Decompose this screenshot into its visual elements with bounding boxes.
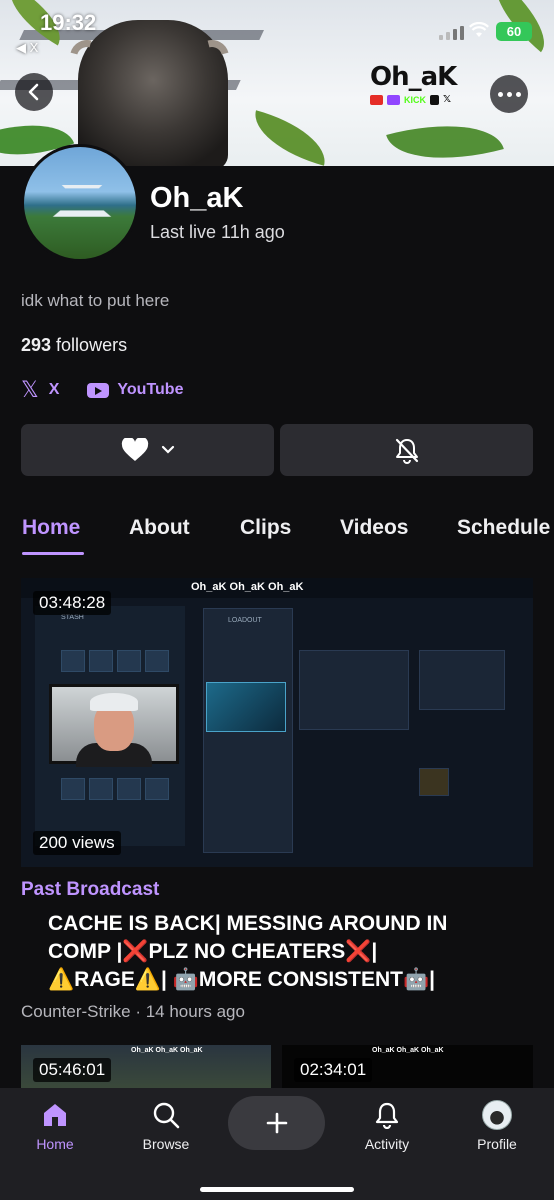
social-link-youtube[interactable]: YouTube	[87, 381, 183, 399]
nav-profile[interactable]: Profile	[457, 1100, 537, 1152]
thumbnail-slot	[89, 650, 113, 672]
last-live-status: Last live 11h ago	[150, 222, 285, 242]
video-views-badge: 200 views	[33, 831, 121, 855]
video-meta[interactable]: Counter-Strike · 14 hours ago	[21, 1002, 245, 1022]
social-link-x[interactable]: 𝕏 X	[21, 377, 59, 403]
kick-label: KICK	[404, 94, 426, 105]
video-duration-badge: 02:34:01	[294, 1058, 373, 1082]
banner-logo-socials: KICK 𝕏	[370, 94, 485, 105]
more-dots-icon	[515, 91, 521, 97]
active-tab-indicator	[22, 552, 84, 555]
more-options-button[interactable]	[490, 75, 528, 113]
thumbnail-slot	[145, 650, 169, 672]
follow-button[interactable]	[21, 424, 274, 476]
thumbnail-slot	[117, 650, 141, 672]
video-duration-badge: 03:48:28	[33, 591, 112, 615]
tab-clips[interactable]: Clips	[240, 516, 291, 540]
thumbnail-stash-label: STASH	[61, 614, 84, 621]
twitch-icon	[387, 94, 400, 105]
tiktok-icon	[430, 94, 439, 105]
signal-icon	[439, 26, 464, 40]
thumbnail-webcam	[49, 684, 179, 767]
webcam-person	[90, 693, 138, 711]
banner-logo: Oh_aK KICK 𝕏	[370, 62, 485, 116]
channel-bio: idk what to put here	[21, 291, 170, 310]
tab-about[interactable]: About	[129, 516, 190, 540]
more-dots-icon	[506, 91, 512, 97]
heart-icon	[121, 438, 148, 461]
home-icon	[15, 1100, 95, 1130]
channel-avatar[interactable]	[21, 144, 139, 262]
followers-count: 293 followers	[21, 335, 127, 356]
tab-schedule[interactable]: Schedule	[457, 516, 550, 540]
video-title[interactable]: CACHE IS BACK| MESSING AROUND IN COMP |❌…	[48, 910, 518, 994]
create-button[interactable]	[228, 1096, 325, 1150]
social-link-label: X	[48, 381, 60, 398]
thumbnail-overlay-text: Oh_aK Oh_aK Oh_aK	[372, 1047, 444, 1054]
thumbnail-safepocket	[419, 768, 449, 796]
youtube-icon	[87, 382, 110, 398]
plus-icon	[266, 1112, 287, 1134]
chevron-down-icon	[161, 445, 174, 454]
followers-label: followers	[51, 335, 128, 355]
social-link-label: YouTube	[117, 381, 184, 398]
thumbnail-slot	[89, 778, 113, 800]
thumbnail-loadout-label: LOADOUT	[228, 617, 262, 624]
chevron-left-icon	[28, 83, 39, 101]
notifications-button[interactable]	[280, 424, 533, 476]
thumbnail-weapon	[206, 682, 286, 732]
thumbnail-overlay-text: Oh_aK Oh_aK Oh_aK	[191, 581, 304, 593]
back-to-app-link[interactable]: ◀ X	[16, 40, 38, 56]
nav-profile-label: Profile	[477, 1136, 517, 1152]
banner-leaf	[246, 110, 334, 166]
search-icon	[126, 1100, 206, 1130]
youtube-icon	[370, 94, 383, 105]
status-bar: 19:32 ◀ X 60	[0, 0, 554, 55]
bottom-navigation: Home Browse Activity Profile	[0, 1088, 554, 1200]
nav-home[interactable]: Home	[15, 1100, 95, 1152]
channel-name: Oh_aK	[150, 182, 244, 214]
video-duration-badge: 05:46:01	[33, 1058, 112, 1082]
home-indicator	[200, 1187, 354, 1192]
thumbnail-backpack-panel	[299, 650, 409, 730]
thumbnail-quickuse-panel	[419, 650, 505, 710]
more-dots-icon	[497, 91, 503, 97]
thumbnail-slot	[61, 650, 85, 672]
wifi-icon	[469, 22, 489, 37]
video-title-line: COMP |❌PLZ NO CHEATERS❌|	[48, 940, 378, 963]
video-title-line: CACHE IS BACK| MESSING AROUND IN	[48, 912, 448, 935]
thumbnail-overlay-text: Oh_aK Oh_aK Oh_aK	[131, 1047, 203, 1054]
video-type-label: Past Broadcast	[21, 879, 160, 900]
thumbnail-slot	[61, 778, 85, 800]
channel-tabs: Home About Clips Videos Schedule	[0, 512, 554, 556]
avatar-logo-mark	[52, 184, 112, 217]
status-time: 19:32	[40, 10, 97, 35]
x-icon: 𝕏	[443, 94, 452, 105]
video-thumbnail[interactable]: Oh_aK Oh_aK Oh_aK STASH LOADOUT	[21, 578, 533, 867]
video-title-line: ⚠️RAGE⚠️| 🤖MORE CONSISTENT🤖|	[48, 968, 436, 991]
nav-browse[interactable]: Browse	[126, 1100, 206, 1152]
social-links: 𝕏 X YouTube	[21, 377, 211, 403]
tab-home[interactable]: Home	[22, 516, 80, 540]
nav-home-label: Home	[36, 1136, 74, 1152]
profile-avatar-icon	[482, 1100, 512, 1130]
x-icon: 𝕏	[21, 377, 39, 402]
banner-logo-text: Oh_aK	[370, 62, 457, 92]
bell-off-icon	[395, 438, 418, 464]
back-button[interactable]	[15, 73, 53, 111]
thumbnail-slot	[145, 778, 169, 800]
tab-videos[interactable]: Videos	[340, 516, 408, 540]
nav-browse-label: Browse	[142, 1136, 190, 1152]
battery-indicator: 60	[496, 22, 532, 41]
thumbnail-slot	[117, 778, 141, 800]
nav-activity-label: Activity	[364, 1136, 410, 1152]
nav-activity[interactable]: Activity	[347, 1100, 427, 1152]
bell-icon	[347, 1100, 427, 1130]
followers-number: 293	[21, 335, 52, 355]
